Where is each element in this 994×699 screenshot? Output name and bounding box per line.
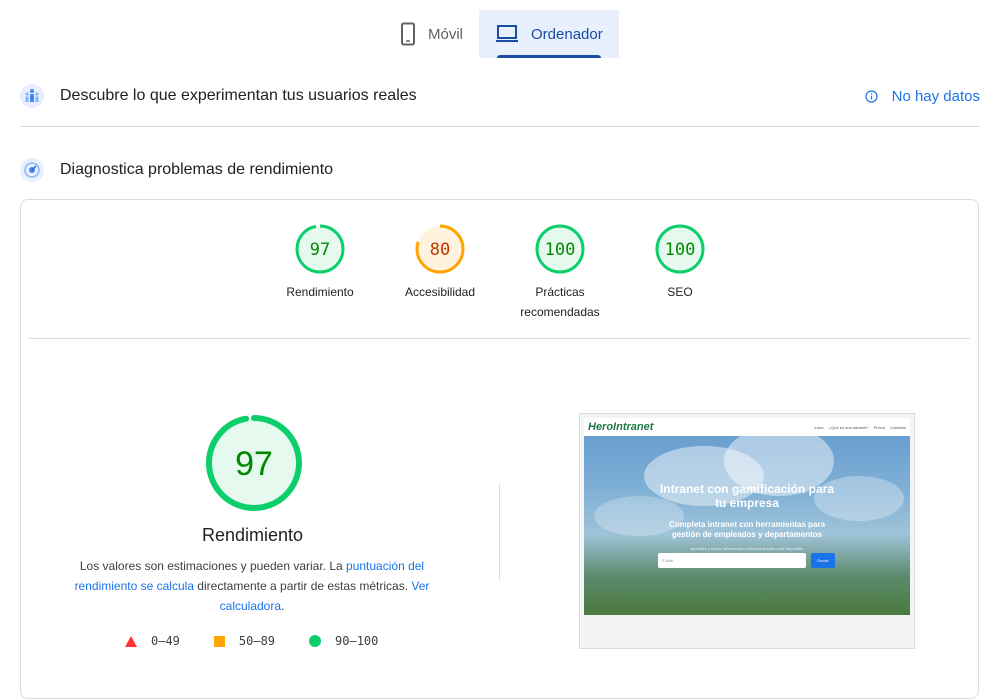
performance-big-gauge: 97	[206, 415, 302, 511]
gauge-performance-label: Rendimiento	[286, 285, 354, 299]
tab-desktop[interactable]: Ordenador	[479, 10, 619, 58]
final-screenshot[interactable]: HeroIntranet Inicio ¿Qué es una Intranet…	[579, 413, 915, 649]
gauge-accessibility[interactable]: 80 Accesibilidad	[385, 224, 495, 302]
gauge-seo-score: 100	[665, 240, 696, 260]
category-gauges: 97 Rendimiento 80 Accesibilidad 100 Prác…	[21, 224, 978, 324]
gauge-accessibility-label: Accesibilidad	[404, 285, 476, 299]
performance-big-score: 97	[235, 445, 273, 483]
laptop-icon	[495, 24, 519, 44]
report-card: 97 Rendimiento 80 Accesibilidad 100 Prác…	[20, 199, 979, 699]
legend-pass: 90–100	[309, 634, 378, 648]
screenshot-subheadline: Completa intranet con herramientas para …	[668, 520, 826, 539]
section-divider	[20, 126, 980, 127]
users-icon	[20, 84, 44, 108]
legend-average: 50–89	[213, 634, 275, 648]
screenshot-hero: Intranet con gamificación para tu empres…	[584, 436, 910, 615]
lab-data-header: Diagnostica problemas de rendimiento	[20, 158, 980, 182]
tab-mobile-label: Móvil	[428, 25, 464, 43]
screenshot-headline: Intranet con gamificación para tu empres…	[659, 482, 835, 510]
device-tabs: Móvil Ordenador	[384, 10, 619, 58]
vertical-separator	[499, 484, 500, 580]
circle-icon	[309, 635, 322, 647]
gauge-seo[interactable]: 100 SEO	[625, 224, 735, 302]
lab-data-title: Diagnostica problemas de rendimiento	[60, 161, 334, 178]
tab-desktop-label: Ordenador	[531, 25, 603, 43]
score-legend: 0–49 50–89 90–100	[125, 634, 412, 648]
no-data-link[interactable]: No hay datos	[865, 88, 980, 105]
card-divider	[29, 338, 970, 339]
gauge-performance-score: 97	[310, 240, 330, 260]
gauge-performance[interactable]: 97 Rendimiento	[265, 224, 375, 302]
gauge-accessibility-ring: 80	[415, 224, 465, 274]
performance-description: Los valores son estimaciones y pueden va…	[74, 559, 430, 613]
gauge-seo-label: SEO	[667, 285, 693, 299]
gauge-best-practices[interactable]: 100 Prácticas recomendadas	[505, 224, 615, 322]
gauge-accessibility-score: 80	[430, 240, 450, 260]
performance-title: Rendimiento	[201, 525, 304, 545]
triangle-icon	[125, 635, 137, 647]
mobile-icon	[400, 22, 416, 46]
gauge-seo-ring: 100	[655, 224, 705, 274]
speedometer-icon	[20, 158, 44, 182]
info-icon	[865, 89, 878, 103]
gauge-performance-ring: 97	[295, 224, 345, 274]
legend-fail: 0–49	[125, 634, 180, 648]
tab-mobile[interactable]: Móvil	[384, 10, 479, 58]
screenshot-nav-links: Inicio ¿Qué es una Intranet? Precio Cont…	[814, 424, 906, 430]
field-data-title: Descubre lo que experimentan tus usuario…	[60, 87, 417, 104]
field-data-header: Descubre lo que experimentan tus usuario…	[20, 84, 980, 108]
screenshot-nav: HeroIntranet Inicio ¿Qué es una Intranet…	[584, 418, 910, 436]
screenshot-small-text: Apúntate y recibe información exclusiva …	[690, 546, 804, 551]
gauge-best-practices-label: Prácticas recomendadas	[520, 285, 600, 319]
screenshot-logo: HeroIntranet	[588, 421, 654, 433]
screenshot-email-input: E-Mail	[658, 553, 806, 568]
screenshot-send-button: Enviar	[811, 553, 835, 568]
no-data-label: No hay datos	[891, 87, 980, 105]
square-icon	[213, 635, 225, 647]
gauge-best-practices-ring: 100	[535, 224, 585, 274]
gauge-best-practices-score: 100	[545, 240, 576, 260]
